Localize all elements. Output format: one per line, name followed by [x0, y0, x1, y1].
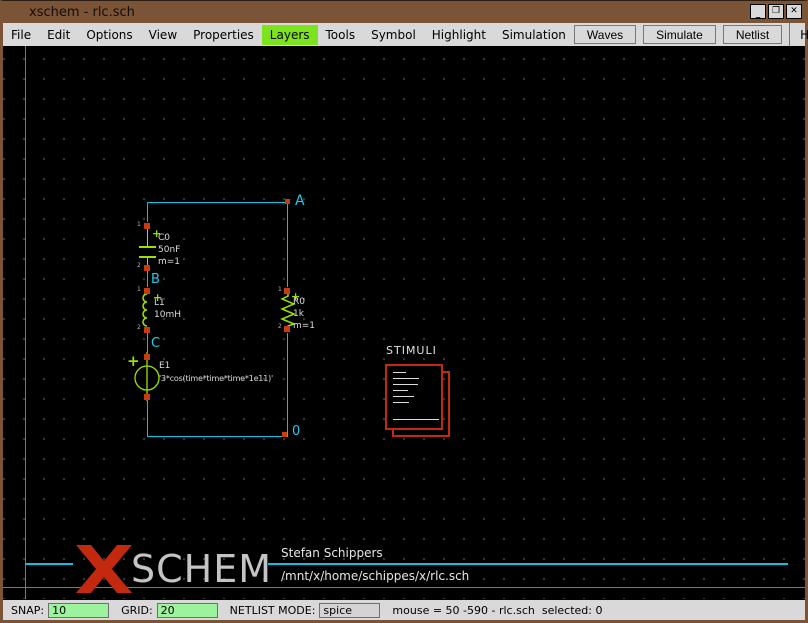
capacitor-pin2-number: 2	[137, 263, 141, 269]
xschem-window: xschem - rlc.sch _ ❐ ✕ File Edit Options…	[0, 0, 808, 623]
inductor-pin-bottom[interactable]	[144, 327, 150, 333]
capacitor-labels: C0 50nF m=1	[158, 232, 180, 268]
resistor-labels: R0 1k m=1	[293, 296, 315, 332]
capacitor-mult: m=1	[158, 256, 180, 268]
snap-input[interactable]: 10	[48, 603, 109, 618]
netlist-mode-label: NETLIST MODE:	[230, 604, 316, 617]
menu-edit[interactable]: Edit	[39, 25, 78, 45]
grid-label: GRID:	[121, 604, 153, 617]
stimuli-text-line	[393, 372, 406, 373]
capacitor-pin-bottom[interactable]	[144, 265, 150, 271]
simulate-button[interactable]: Simulate	[643, 25, 716, 44]
vsource-ref: E1	[159, 360, 273, 372]
minimize-button[interactable]: _	[750, 4, 766, 19]
author-name: Stefan Schippers	[281, 546, 383, 560]
status-bar: SNAP: 10 GRID: 20 NETLIST MODE: spice mo…	[3, 599, 805, 620]
inductor-pin2-number: 2	[137, 325, 141, 331]
xschem-logo-x-icon	[75, 545, 133, 593]
resistor-mult: m=1	[293, 320, 315, 332]
net-label-c[interactable]: C	[151, 337, 160, 350]
maximize-button[interactable]: ❐	[768, 4, 784, 19]
vsource-labels: E1 '3*cos(time*time*time*1e11)'	[159, 360, 273, 385]
credit-line-right	[268, 563, 788, 565]
menu-properties[interactable]: Properties	[185, 25, 262, 45]
stimuli-text-line	[393, 390, 408, 391]
capacitor-pin1-number: 1	[137, 222, 141, 228]
resistor-pin-bottom[interactable]	[284, 326, 290, 332]
inductor-value: 10mH	[154, 309, 181, 321]
menu-symbol[interactable]: Symbol	[363, 25, 424, 45]
resistor-pin2-number: 2	[278, 324, 282, 330]
close-button[interactable]: ✕	[786, 4, 802, 19]
menu-options[interactable]: Options	[78, 25, 140, 45]
inductor-pin-top[interactable]	[144, 288, 150, 294]
netlist-mode-input[interactable]: spice	[319, 603, 380, 618]
toolbar-buttons: Waves Simulate Netlist Help	[574, 23, 808, 46]
menu-layers[interactable]: Layers	[262, 25, 318, 45]
wire-top[interactable]	[147, 202, 288, 203]
window-controls: _ ❐ ✕	[750, 4, 802, 19]
file-path: /mnt/x/home/schippes/x/rlc.sch	[281, 569, 469, 583]
inductor-pin1-number: 1	[137, 287, 141, 293]
menu-file[interactable]: File	[3, 25, 39, 45]
net-label-b[interactable]: B	[151, 273, 160, 286]
stimuli-doc-front[interactable]	[385, 364, 443, 430]
junction-pin-gnd	[282, 432, 287, 437]
credit-line-left	[25, 563, 73, 565]
sheet-frame-vertical	[25, 46, 26, 599]
vsource-pin-top[interactable]	[144, 354, 150, 360]
inductor-ref: L1	[154, 297, 181, 309]
stimuli-text-line	[393, 384, 418, 385]
net-label-gnd[interactable]: 0	[292, 425, 300, 438]
grid-input[interactable]: 20	[157, 603, 218, 618]
capacitor-ref: C0	[158, 232, 180, 244]
xschem-logo-text: SCHEM	[131, 545, 272, 593]
resistor-pin1-number: 1	[278, 287, 282, 293]
netlist-button[interactable]: Netlist	[723, 25, 782, 44]
stimuli-text-line	[393, 378, 419, 379]
menu-simulation[interactable]: Simulation	[494, 25, 574, 45]
stimuli-label: STIMULI	[386, 345, 437, 356]
schematic-canvas[interactable]: A 1 2 + C0 50nF m=1 B 1 2 + L1 10mH	[3, 46, 805, 599]
stimuli-text-line	[393, 419, 439, 420]
menu-bar: File Edit Options View Properties Layers…	[3, 23, 805, 46]
wire-bottom[interactable]	[147, 436, 288, 437]
resistor-value: 1k	[293, 308, 315, 320]
title-bar[interactable]: xschem - rlc.sch _ ❐ ✕	[3, 1, 805, 23]
net-label-a[interactable]: A	[295, 194, 305, 208]
menu-view[interactable]: View	[141, 25, 185, 45]
capacitor-plate-top[interactable]	[139, 246, 156, 248]
menu-tools[interactable]: Tools	[318, 25, 364, 45]
mouse-status-text: mouse = 50 -590 - rlc.sch selected: 0	[392, 604, 602, 617]
resistor-ref: R0	[293, 296, 315, 308]
stimuli-text-line	[393, 396, 414, 397]
inductor-labels: L1 10mH	[154, 297, 181, 321]
vsource-pin-bottom[interactable]	[144, 394, 150, 400]
vsource-value: '3*cos(time*time*time*1e11)'	[159, 372, 273, 385]
snap-label: SNAP:	[11, 604, 44, 617]
window-title: xschem - rlc.sch	[29, 5, 135, 20]
menu-help[interactable]: Help	[789, 23, 808, 46]
stimuli-text-line	[393, 402, 409, 403]
capacitor-stub-top	[147, 229, 148, 246]
junction-pin-a	[285, 199, 290, 204]
capacitor-pin-top[interactable]	[144, 223, 150, 229]
capacitor-value: 50nF	[158, 244, 180, 256]
resistor-pin-top[interactable]	[284, 288, 290, 294]
vsource-plus-sign: +	[127, 354, 140, 369]
menu-highlight[interactable]: Highlight	[424, 25, 494, 45]
waves-button[interactable]: Waves	[574, 25, 636, 44]
